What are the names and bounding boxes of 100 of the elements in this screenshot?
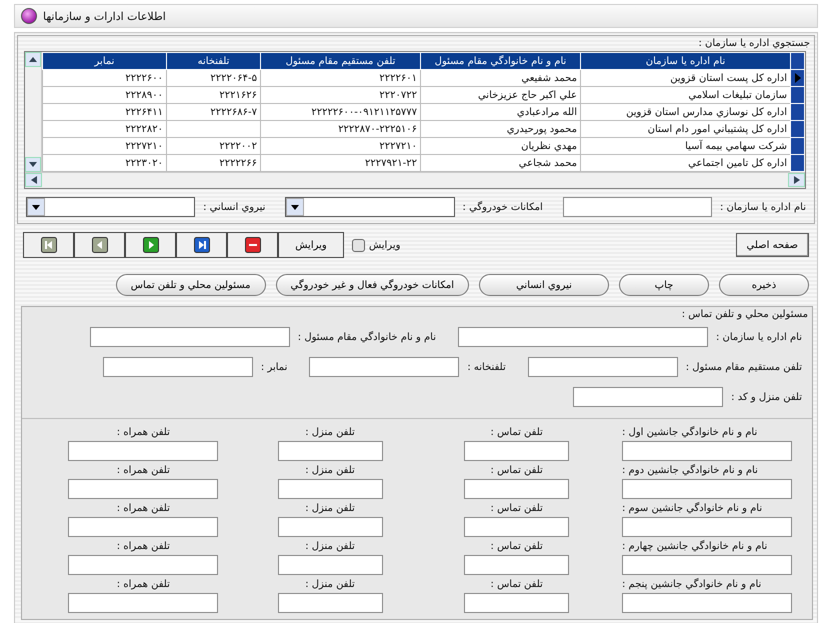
table-cell: شرکت سهامي بيمه آسيا bbox=[580, 138, 790, 154]
checkbox[interactable] bbox=[352, 238, 365, 252]
input-field[interactable] bbox=[464, 517, 570, 537]
group-title: جستجوي اداره يا سازمان : bbox=[697, 37, 811, 51]
field-label: تلفنخانه : bbox=[467, 362, 506, 372]
table-cell: ۲۲۲۲۶۰۰ bbox=[42, 70, 166, 86]
input-field[interactable] bbox=[622, 479, 792, 499]
input-field[interactable] bbox=[68, 593, 218, 613]
up-arrow-icon bbox=[29, 56, 37, 64]
field-label: تلفن منزل : bbox=[305, 465, 355, 476]
field-label: تلفن همراه : bbox=[116, 579, 170, 590]
play-icon bbox=[142, 237, 158, 253]
field-label: تلفن تماس : bbox=[490, 579, 543, 590]
row-selector[interactable] bbox=[790, 70, 804, 86]
column-header[interactable]: نام اداره يا سازمان bbox=[580, 52, 790, 70]
input-field[interactable] bbox=[464, 555, 570, 575]
section-button[interactable]: ذخيره bbox=[719, 274, 809, 296]
input-field[interactable] bbox=[278, 555, 383, 575]
input-field[interactable] bbox=[622, 555, 792, 575]
table-cell: ۲۲۲۲۸۲۰ bbox=[42, 120, 166, 138]
input-field[interactable] bbox=[622, 441, 792, 461]
section-button[interactable]: امکانات خودروگي فعال و غير خودروگي bbox=[276, 274, 469, 296]
input-field[interactable] bbox=[68, 555, 218, 575]
table-cell: اداره کل پست استان قزوين bbox=[580, 70, 790, 86]
field-label: نام و نام خانوادگي مقام مسئول : bbox=[298, 332, 436, 342]
input-field[interactable] bbox=[278, 593, 383, 613]
field-label: تلفن مستقيم مقام مسئول : bbox=[686, 362, 802, 372]
back-icon bbox=[92, 237, 108, 253]
input-field[interactable] bbox=[68, 479, 218, 499]
window-orb-icon bbox=[21, 8, 37, 24]
table-cell: اداره کل نوسازي مدارس استان قزوين bbox=[580, 104, 790, 120]
input-field[interactable] bbox=[90, 327, 290, 347]
table-cell: الله مرادعبادي bbox=[420, 104, 580, 120]
input-field[interactable] bbox=[562, 197, 712, 217]
table-cell: مهدي نظريان bbox=[420, 138, 580, 154]
down-arrow-icon bbox=[29, 160, 37, 168]
field-label: تلفن تماس : bbox=[490, 541, 543, 552]
field-label: تلفن منزل و کد : bbox=[731, 392, 802, 402]
row-selector[interactable] bbox=[790, 104, 804, 120]
nav-button[interactable] bbox=[227, 232, 278, 258]
vertical-scrollbar[interactable] bbox=[25, 52, 42, 172]
left-arrow-icon bbox=[30, 176, 38, 184]
table-cell: ۲۲۲۷۲۱۰ bbox=[42, 138, 166, 154]
input-field[interactable] bbox=[278, 517, 383, 537]
field-label: نام و نام خانوادگي جانشين چهارم : bbox=[622, 541, 768, 552]
table-cell: ۲۲۲۶۴۱۱ bbox=[42, 104, 166, 120]
input-field[interactable] bbox=[464, 593, 570, 613]
table-cell: سازمان تبليغات اسلامي bbox=[580, 86, 790, 104]
field-label: نام و نام خانوادگي جانشين اول : bbox=[622, 427, 758, 438]
table-cell: ۲۲۲۸۹۰۰ bbox=[42, 86, 166, 104]
section-button[interactable]: چاپ bbox=[619, 274, 709, 296]
input-field[interactable] bbox=[68, 441, 218, 461]
table-cell: محمد شفيعي bbox=[420, 70, 580, 86]
home-button[interactable]: صفحه اصلي bbox=[736, 233, 809, 257]
input-field[interactable] bbox=[278, 479, 383, 499]
column-header[interactable]: تلفن مستقيم مقام مسئول bbox=[260, 52, 420, 70]
table-cell: ۲۲۲۲۰۰۲ bbox=[166, 138, 260, 154]
right-arrow-icon bbox=[792, 176, 800, 184]
table-cell: محمود پورحيدري bbox=[420, 120, 580, 138]
column-header[interactable]: نام و نام خانوادگي مقام مسئول bbox=[420, 52, 580, 70]
nav-button[interactable] bbox=[176, 232, 227, 258]
dropdown[interactable] bbox=[26, 197, 196, 217]
group-title: مسئولين محلي و تلفن تماس : bbox=[680, 308, 809, 322]
input-field[interactable] bbox=[458, 327, 708, 347]
field-label: نام و نام خانوادگي جانشين پنجم : bbox=[622, 579, 762, 590]
input-field[interactable] bbox=[528, 357, 678, 377]
table-cell: ۲۲۲۲۶۸۶-۷ bbox=[166, 104, 260, 120]
column-header[interactable]: تلفنخانه bbox=[166, 52, 260, 70]
input-field[interactable] bbox=[464, 441, 570, 461]
horizontal-scrollbar[interactable] bbox=[25, 172, 805, 188]
row-selector[interactable] bbox=[790, 138, 804, 154]
input-field[interactable] bbox=[68, 517, 218, 537]
edit-button[interactable]: ويرايش bbox=[278, 232, 344, 258]
input-field[interactable] bbox=[278, 441, 383, 461]
input-field[interactable] bbox=[622, 593, 792, 613]
section-button[interactable]: مسئولين محلي و تلفن تماس bbox=[116, 274, 266, 296]
table-cell: علي اکبر حاج عزيزخاني bbox=[420, 86, 580, 104]
column-header[interactable]: نمابر bbox=[42, 52, 166, 70]
nav-button[interactable] bbox=[125, 232, 176, 258]
skip-start-icon bbox=[40, 237, 56, 253]
field-label: نيروي انساني : bbox=[203, 202, 266, 212]
input-field[interactable] bbox=[309, 357, 460, 377]
section-button[interactable]: نيروي انساني bbox=[479, 274, 609, 296]
checkbox-label: ويرايش bbox=[369, 240, 400, 250]
field-label: نام اداره يا سازمان : bbox=[720, 202, 806, 212]
input-field[interactable] bbox=[464, 479, 570, 499]
input-field[interactable] bbox=[102, 357, 253, 377]
row-selector[interactable] bbox=[790, 154, 804, 172]
input-field[interactable] bbox=[622, 517, 792, 537]
field-label: تلفن همراه : bbox=[116, 503, 170, 514]
dropdown[interactable] bbox=[285, 197, 455, 217]
input-field[interactable] bbox=[573, 387, 724, 407]
row-selector[interactable] bbox=[790, 86, 804, 104]
field-label: نام اداره يا سازمان : bbox=[716, 332, 802, 342]
table-cell: ۲۲۲۲۲۶۰۰-۰۹۱۲۱۱۲۵۷۷۷ bbox=[260, 104, 420, 120]
row-selector[interactable] bbox=[790, 120, 804, 138]
delete-icon bbox=[244, 237, 260, 253]
caret-icon bbox=[291, 204, 300, 210]
table-cell: اداره کل پشتيباني امور دام استان bbox=[580, 120, 790, 138]
field-label: نام و نام خانوادگي جانشين سوم : bbox=[622, 503, 762, 514]
